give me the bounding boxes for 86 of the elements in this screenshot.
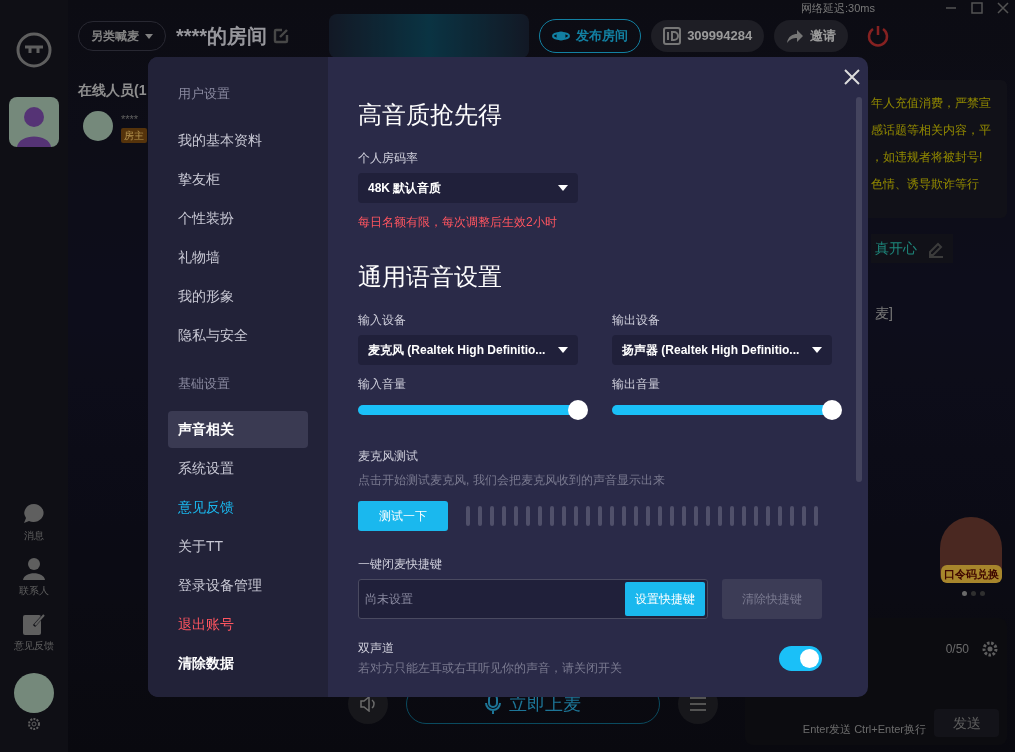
topic-chip[interactable]: 真开心	[871, 234, 953, 263]
close-icon[interactable]	[997, 2, 1009, 14]
nav-label[interactable]: 联系人	[19, 583, 49, 598]
notice-text: 色情、诱导欺诈等行	[871, 176, 980, 193]
send-button[interactable]: 发送	[934, 709, 999, 737]
edit-icon[interactable]	[273, 28, 290, 44]
field-label: 一键闭麦快捷键	[358, 556, 443, 573]
settings-menu-item[interactable]: 挚友柜	[168, 160, 308, 198]
settings-icon[interactable]	[26, 716, 42, 732]
share-arrow-icon	[786, 28, 805, 44]
help-text: 若对方只能左耳或右耳听见你的声音，请关闭开关	[358, 660, 622, 677]
member-name: ****	[121, 112, 140, 127]
chat-message: 麦]	[875, 304, 894, 323]
id-icon	[663, 27, 682, 45]
notice-text: 年人充值消费，严禁宣	[871, 95, 992, 112]
character-counter: 0/50	[945, 641, 969, 658]
slider-thumb[interactable]	[568, 400, 588, 420]
section-heading: 用户设置	[178, 85, 231, 103]
nav-label[interactable]: 消息	[24, 528, 44, 543]
device-dropdown[interactable]: 麦克风 (Realtek High Definitio...	[358, 335, 578, 365]
network-latency: 网络延迟:30ms	[801, 1, 875, 16]
user-avatar[interactable]	[14, 673, 54, 713]
power-icon[interactable]	[866, 24, 891, 48]
field-label: 麦克风测试	[358, 448, 419, 465]
stereo-toggle[interactable]	[779, 645, 822, 671]
field-label: 输出音量	[612, 376, 661, 393]
nav-label[interactable]: 意见反馈	[14, 638, 54, 653]
settings-menu-item[interactable]: 退出账号	[168, 606, 308, 643]
menu-icon	[688, 694, 708, 714]
avatar-tile[interactable]	[9, 97, 59, 147]
settings-menu-item[interactable]: 隐私与安全	[168, 316, 308, 354]
section-title: 通用语音设置	[358, 262, 503, 292]
settings-icon[interactable]	[981, 640, 999, 658]
help-text: 点击开始测试麦克风, 我们会把麦克风收到的声音显示出来	[358, 472, 666, 489]
settings-menu-item[interactable]: 我的基本资料	[168, 121, 308, 159]
notice-text: ，如违规者将被封号!	[871, 149, 984, 166]
settings-menu-item[interactable]: 登录设备管理	[168, 567, 308, 604]
settings-menu-item[interactable]: 礼物墙	[168, 238, 308, 276]
volume-slider[interactable]	[612, 400, 842, 420]
speaker-icon	[360, 696, 376, 712]
field-label: 双声道	[358, 640, 395, 657]
note-pencil-icon[interactable]	[22, 612, 46, 636]
online-heading: 在线人员(1	[78, 81, 147, 100]
settings-menu-item[interactable]: 声音相关	[168, 411, 308, 448]
person-icon[interactable]	[22, 557, 46, 581]
logo-icon	[14, 30, 54, 70]
page-dot[interactable]	[962, 591, 967, 596]
section-heading: 基础设置	[178, 374, 231, 393]
settings-menu-item[interactable]: 系统设置	[168, 450, 308, 487]
close-button[interactable]	[842, 67, 862, 87]
caret-icon	[558, 185, 568, 191]
section-title: 高音质抢先得	[358, 100, 503, 130]
caret-icon	[145, 33, 153, 39]
bitrate-dropdown[interactable]: 48K 默认音质	[358, 173, 578, 203]
settings-menu-item[interactable]: 清除数据	[168, 645, 308, 682]
role-tag: 房主	[121, 127, 147, 143]
settings-menu-item[interactable]: 意见反馈	[168, 489, 308, 526]
field-label: 输出设备	[612, 312, 661, 329]
maximize-icon[interactable]	[971, 2, 983, 14]
settings-menu-item[interactable]: 我的形象	[168, 277, 308, 315]
invite-button[interactable]: 邀请	[774, 20, 849, 52]
member-avatar[interactable]	[83, 111, 113, 141]
chat-bubble-icon[interactable]	[22, 502, 46, 526]
microphone-icon	[485, 694, 501, 714]
close-icon	[844, 69, 860, 85]
planet-icon	[552, 29, 571, 43]
slider-thumb[interactable]	[822, 400, 842, 420]
scrollbar[interactable]	[856, 97, 862, 482]
settings-menu-item[interactable]: 个性装扮	[168, 199, 308, 237]
warning-note: 每日名额有限，每次调整后生效2小时	[358, 214, 558, 231]
device-dropdown[interactable]: 扬声器 (Realtek High Definitio...	[612, 335, 832, 365]
volume-slider[interactable]	[358, 400, 588, 420]
notice-text: 感话题等相关内容，平	[871, 122, 992, 139]
room-title: ****的房间	[176, 24, 268, 49]
send-hint: Enter发送 Ctrl+Enter换行	[802, 721, 926, 737]
field-label: 个人房码率	[358, 150, 419, 167]
caret-icon	[812, 347, 822, 353]
room-id-label: 309994284	[651, 20, 765, 52]
field-label: 输入音量	[358, 376, 407, 393]
page-dot[interactable]	[971, 591, 976, 596]
field-label: 输入设备	[358, 312, 407, 329]
settings-menu-item[interactable]: 关于TT	[168, 528, 308, 565]
page-dot[interactable]	[980, 591, 985, 596]
promo-banner[interactable]: 口令码兑换	[940, 517, 1002, 583]
caret-icon	[558, 347, 568, 353]
promo-label: 口令码兑换	[940, 564, 1002, 583]
